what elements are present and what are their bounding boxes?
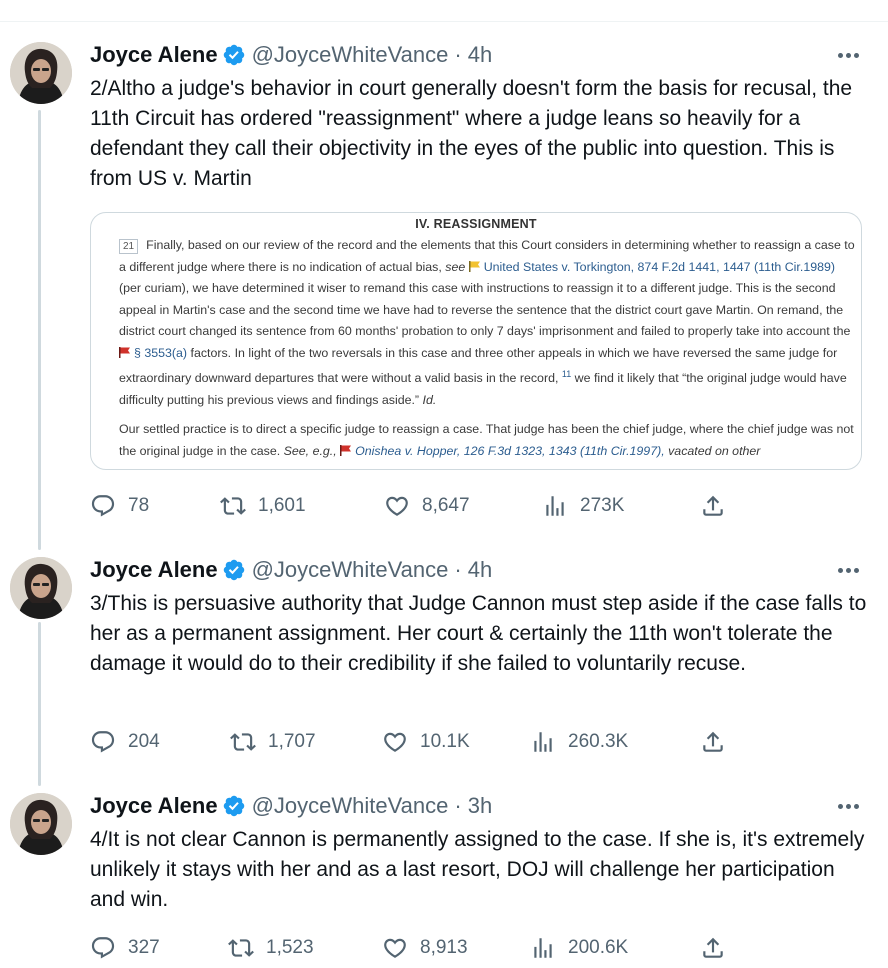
retweet-count: 1,523 — [266, 937, 314, 958]
signal-word: Id. — [422, 392, 437, 407]
citation-link[interactable]: § 3553(a) — [134, 346, 187, 360]
retweet-count: 1,707 — [268, 731, 316, 752]
citation-link[interactable]: Onishea v. Hopper, 126 F.3d 1323, 1343 (… — [355, 444, 665, 458]
signal-word: See, e.g., — [283, 443, 337, 458]
reply-count: 78 — [128, 495, 150, 516]
image-text: 21 Finally, based on our review of the re… — [119, 235, 859, 462]
retweet-button[interactable]: 1,601 — [220, 490, 306, 522]
like-button[interactable]: 8,913 — [382, 932, 468, 964]
separator-dot: · — [454, 42, 462, 67]
view-count: 200.6K — [568, 937, 629, 958]
separator-dot: · — [454, 793, 462, 818]
paragraph-number: 21 — [119, 239, 139, 254]
like-icon — [382, 935, 408, 961]
red-flag-icon — [340, 442, 352, 456]
timestamp[interactable]: 4h — [468, 42, 492, 68]
share-button[interactable] — [700, 490, 726, 522]
like-button[interactable]: 8,647 — [384, 490, 470, 522]
like-icon — [382, 729, 408, 755]
share-button[interactable] — [700, 726, 726, 758]
tweet-actions: 204 1,707 10.1K 260.3K — [90, 726, 830, 758]
tweet-image[interactable]: IV. REASSIGNMENT 21 Finally, based on our… — [90, 212, 862, 470]
views-button[interactable]: 200.6K — [530, 932, 628, 964]
retweet-icon — [230, 729, 256, 755]
tweet-text: 2/Altho a judge's behavior in court gene… — [90, 77, 853, 190]
signal-word: see — [445, 259, 466, 274]
red-flag-icon — [119, 344, 131, 358]
retweet-button[interactable]: 1,707 — [230, 726, 316, 758]
author-name[interactable]: Joyce Alene — [90, 793, 218, 819]
author-handle[interactable]: @JoyceWhiteVance — [252, 793, 449, 819]
like-count: 8,647 — [422, 495, 470, 516]
image-text-segment: vacated on other — [668, 443, 761, 458]
tweet-actions: 78 1,601 8,647 273K — [90, 490, 830, 522]
tweet[interactable]: Joyce Alene @JoyceWhiteVance · 4h 2/Alth… — [0, 40, 888, 520]
image-heading: IV. REASSIGNMENT — [415, 217, 537, 231]
avatar[interactable] — [10, 793, 72, 855]
like-count: 8,913 — [420, 937, 468, 958]
view-count: 273K — [580, 495, 625, 516]
views-icon — [530, 729, 556, 755]
top-divider — [0, 0, 888, 22]
yellow-flag-icon — [468, 258, 481, 272]
verified-badge-icon — [222, 794, 246, 818]
tweet-actions: 327 1,523 8,913 200.6K — [90, 932, 830, 964]
share-icon — [700, 493, 726, 519]
more-icon[interactable] — [836, 563, 860, 577]
reply-count: 327 — [128, 937, 160, 958]
retweet-icon — [228, 935, 254, 961]
views-button[interactable]: 273K — [542, 490, 624, 522]
reply-icon — [90, 935, 116, 961]
tweet-header: Joyce Alene @JoyceWhiteVance · 4h — [90, 555, 492, 585]
avatar[interactable] — [10, 42, 72, 104]
views-button[interactable]: 260.3K — [530, 726, 628, 758]
retweet-count: 1,601 — [258, 495, 306, 516]
tweet-header: Joyce Alene @JoyceWhiteVance · 3h — [90, 791, 492, 821]
separator-dot: · — [454, 557, 462, 582]
tweet-text: 4/It is not clear Cannon is permanently … — [90, 828, 865, 911]
timestamp[interactable]: 4h — [468, 557, 492, 583]
like-icon — [384, 493, 410, 519]
footnote-marker[interactable]: 11 — [562, 369, 571, 379]
tweet[interactable]: Joyce Alene @JoyceWhiteVance · 3h 4/It i… — [0, 791, 888, 968]
like-button[interactable]: 10.1K — [382, 726, 470, 758]
verified-badge-icon — [222, 558, 246, 582]
reply-button[interactable]: 327 — [90, 932, 160, 964]
like-count: 10.1K — [420, 731, 470, 752]
author-name[interactable]: Joyce Alene — [90, 42, 218, 68]
retweet-button[interactable]: 1,523 — [228, 932, 314, 964]
reply-button[interactable]: 78 — [90, 490, 149, 522]
views-icon — [542, 493, 568, 519]
more-icon[interactable] — [836, 48, 860, 62]
reply-icon — [90, 493, 116, 519]
image-text-segment: (per curiam), we have determined it wise… — [119, 281, 851, 338]
author-name[interactable]: Joyce Alene — [90, 557, 218, 583]
tweet-text: 3/This is persuasive authority that Judg… — [90, 592, 867, 675]
avatar[interactable] — [10, 557, 72, 619]
citation-link[interactable]: United States v. Torkington, 874 F.2d 14… — [484, 260, 835, 274]
views-icon — [530, 935, 556, 961]
retweet-icon — [220, 493, 246, 519]
tweet[interactable]: Joyce Alene @JoyceWhiteVance · 4h 3/This… — [0, 555, 888, 765]
reply-icon — [90, 729, 116, 755]
more-icon[interactable] — [836, 799, 860, 813]
tweet-header: Joyce Alene @JoyceWhiteVance · 4h — [90, 40, 492, 70]
verified-badge-icon — [222, 43, 246, 67]
view-count: 260.3K — [568, 731, 629, 752]
author-handle[interactable]: @JoyceWhiteVance — [252, 42, 449, 68]
share-icon — [700, 729, 726, 755]
share-button[interactable] — [700, 932, 726, 964]
reply-count: 204 — [128, 731, 160, 752]
author-handle[interactable]: @JoyceWhiteVance — [252, 557, 449, 583]
share-icon — [700, 935, 726, 961]
timestamp[interactable]: 3h — [468, 793, 492, 819]
reply-button[interactable]: 204 — [90, 726, 160, 758]
